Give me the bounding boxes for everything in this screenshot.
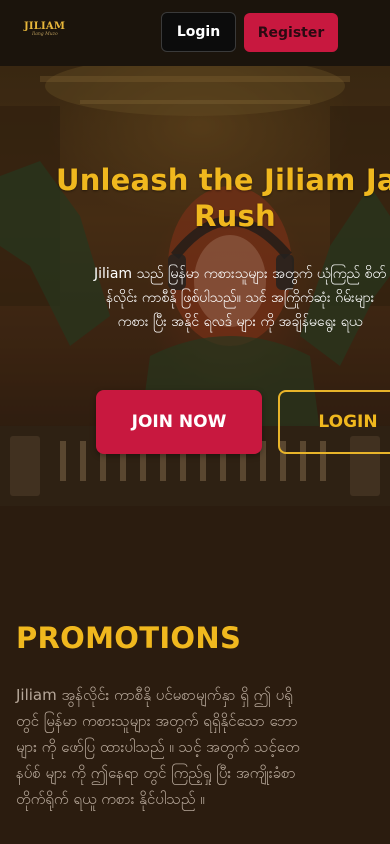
promotions-line: နပ်စ် များ ကို ဤနေရာ တွင် ကြည့်ရှု ပြီး … (16, 764, 296, 782)
hero-description-line: Jiliam သည် မြန်မာ ကစားသူများ အတွက် ယုံကြ… (94, 266, 386, 282)
logo-tagline: Ilang Muzo (32, 32, 58, 37)
promotions-line: Jiliam အွန်လိုင်း ကာစီနို ပင်မစာမျက်နှာ … (16, 686, 293, 704)
promotions-description: Jiliam အွန်လိုင်း ကာစီနို ပင်မစာမျက်နှာ … (16, 682, 390, 812)
promotions-title: PROMOTIONS (16, 621, 242, 655)
promotions-line: တွင် မြန်မာ ကစားသူများ အတွက် ရရှိနိုင်သေ… (16, 712, 298, 730)
hero-description-line: န်လိုင်း ကာစီနို ဖြစ်ပါသည်။ သင် အကြိုက်ဆ… (105, 290, 375, 306)
promotions-section: PROMOTIONS Jiliam အွန်လိုင်း ကာစီနို ပင်… (0, 506, 390, 844)
header-login-button[interactable]: Login (161, 12, 236, 52)
promotions-line: များ ကို ဖော်ပြ ထားပါသည် ။ သင့် အတွက် သင… (16, 738, 300, 756)
hero-title-line-1: Unleash the Jiliam Jac (55, 163, 390, 197)
join-now-button[interactable]: JOIN NOW (96, 390, 262, 454)
hero-section: Unleash the Jiliam Jac Rush Jiliam သည် မ… (0, 66, 390, 506)
hero-title-line-2: Rush (194, 199, 276, 233)
promotions-line: တိုက်ရိုက် ရယူ ကစား နိုင်ပါသည် ။ (16, 790, 205, 808)
hero-description-line: ကစား ပြီး အနိုင် ရလဒ် များ ကို အချိန်မရွ… (117, 314, 363, 330)
top-header: JILIAM Ilang Muzo Login Register (0, 0, 390, 66)
header-register-button[interactable]: Register (244, 13, 338, 52)
hero-title: Unleash the Jiliam Jac Rush (0, 162, 390, 234)
logo-wordmark: JILIAM (24, 21, 66, 32)
jiliam-logo[interactable]: JILIAM Ilang Muzo (24, 21, 66, 42)
hero-login-button[interactable]: LOGIN (278, 390, 390, 454)
hero-description: Jiliam သည် မြန်မာ ကစားသူများ အတွက် ယုံကြ… (0, 262, 390, 334)
